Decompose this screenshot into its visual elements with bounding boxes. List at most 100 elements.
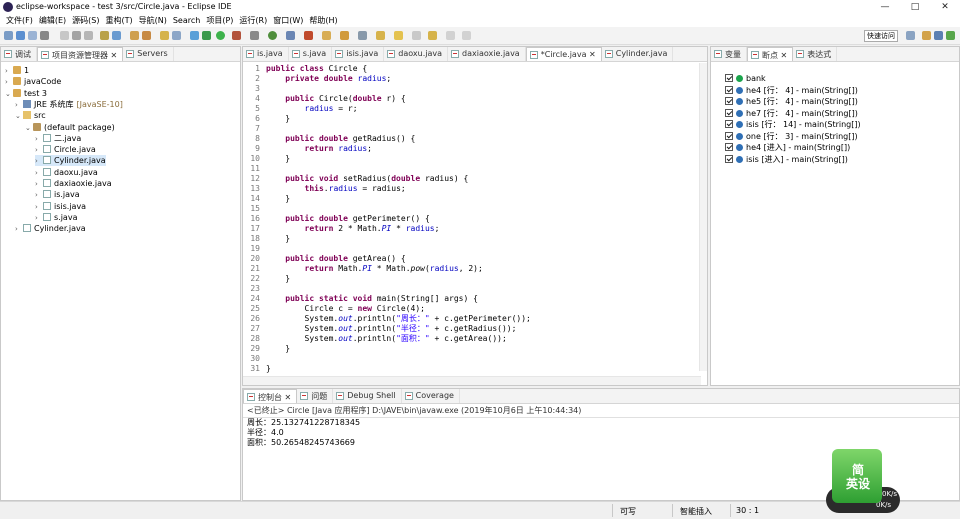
breakpoint-checkbox[interactable] — [725, 85, 733, 94]
menu-source[interactable]: 源码(S) — [69, 15, 102, 26]
tree-item[interactable]: ⌄ test 3 — [5, 88, 47, 99]
tree-item[interactable]: › is.java — [35, 189, 80, 200]
annotation-icon[interactable] — [340, 31, 349, 40]
menu-file[interactable]: 文件(F) — [3, 15, 36, 26]
java-perspective-icon[interactable] — [934, 31, 943, 40]
code-line[interactable]: this.radius = radius; — [266, 184, 406, 194]
last-edit-icon[interactable] — [446, 31, 455, 40]
breakpoint-checkbox[interactable] — [725, 120, 733, 128]
debug-perspective-icon[interactable] — [946, 31, 955, 40]
tab-expressions[interactable]: 表达式 — [793, 47, 838, 61]
tab-coverage[interactable]: Coverage — [402, 389, 460, 403]
new-package-icon[interactable] — [142, 31, 151, 40]
menu-help[interactable]: 帮助(H) — [306, 15, 340, 26]
tree-item[interactable]: › 二.java — [35, 133, 81, 144]
maximize-button[interactable]: □ — [900, 0, 930, 14]
chevron-right-icon[interactable]: › — [15, 224, 23, 235]
code-line[interactable]: } — [266, 154, 290, 164]
editor-tab[interactable]: daxiaoxie.java — [448, 47, 526, 61]
tree-item[interactable]: › s.java — [35, 212, 77, 223]
code-line[interactable]: Circle c = new Circle(4); — [266, 304, 425, 314]
debug-icon[interactable] — [202, 31, 211, 40]
tab-project-explorer[interactable]: 项目资源管理器 ✕ — [37, 47, 124, 61]
skip-breakpoints-icon[interactable] — [60, 31, 69, 40]
pin-icon[interactable] — [358, 31, 367, 40]
code-line[interactable]: System.out.println("半径：" + c.getRadius()… — [266, 324, 517, 334]
breakpoint-item[interactable]: he5 [行： 4] - main(String[]) — [725, 96, 858, 107]
breakpoint-item[interactable]: he4 [进入] - main(String[]) — [725, 142, 850, 153]
tree-item[interactable]: › 1 — [5, 65, 29, 76]
minimize-button[interactable]: — — [870, 0, 900, 14]
code-line[interactable]: public class Circle { — [266, 64, 367, 74]
next-annotation-icon[interactable] — [376, 31, 385, 40]
menu-navigate[interactable]: 导航(N) — [136, 15, 170, 26]
code-line[interactable]: radius = r; — [266, 104, 358, 114]
close-icon[interactable]: ✕ — [781, 51, 788, 60]
new-server-icon[interactable] — [304, 31, 313, 40]
code-line[interactable]: } — [266, 344, 290, 354]
save-icon[interactable] — [16, 31, 25, 40]
code-line[interactable]: } — [266, 114, 290, 124]
tree-item[interactable]: › Cylinder.java — [15, 223, 86, 234]
code-line[interactable]: public Circle(double r) { — [266, 94, 405, 104]
ime-floating-widget[interactable]: 简 英设 — [832, 449, 882, 503]
tree-item[interactable]: › javaCode — [5, 76, 61, 87]
code-line[interactable]: } — [266, 364, 271, 374]
tab-servers[interactable]: Servers — [123, 47, 174, 61]
terminate-icon[interactable] — [72, 31, 81, 40]
back-icon[interactable] — [412, 31, 421, 40]
run-icon[interactable] — [216, 31, 225, 40]
vertical-scrollbar[interactable] — [699, 63, 707, 371]
tab-console[interactable]: 控制台 ✕ — [243, 389, 298, 403]
editor-tab[interactable]: Cylinder.java — [602, 47, 674, 61]
step-icon[interactable] — [84, 31, 93, 40]
chevron-down-icon[interactable]: ⌄ — [5, 89, 13, 100]
horizontal-scrollbar[interactable] — [243, 376, 701, 385]
close-button[interactable]: ✕ — [930, 0, 960, 14]
forward-icon[interactable] — [428, 31, 437, 40]
coverage-icon[interactable] — [286, 31, 295, 40]
breakpoint-checkbox[interactable] — [725, 143, 733, 151]
menu-search[interactable]: Search — [170, 16, 203, 25]
menu-project[interactable]: 项目(P) — [203, 15, 236, 26]
new-java-project-icon[interactable] — [130, 31, 139, 40]
tab-debug-shell[interactable]: Debug Shell — [333, 389, 402, 403]
tree-item[interactable]: ⌄ src — [15, 110, 46, 121]
search-icon[interactable] — [172, 31, 181, 40]
tab-problems[interactable]: 问题 — [297, 389, 334, 403]
chevron-down-icon[interactable]: ⌄ — [25, 123, 33, 134]
code-line[interactable]: System.out.println("周长：" + c.getPerimete… — [266, 314, 531, 324]
tree-item[interactable]: › isis.java — [35, 201, 86, 212]
code-line[interactable]: return Math.PI * Math.pow(radius, 2); — [266, 264, 483, 274]
save-all-icon[interactable] — [28, 31, 37, 40]
chevron-down-icon[interactable]: ⌄ — [15, 111, 23, 122]
breakpoint-item[interactable]: bank — [725, 73, 766, 84]
toggle-mark-icon[interactable] — [190, 31, 199, 40]
editor-tab[interactable]: daoxu.java — [384, 47, 449, 61]
breakpoint-checkbox[interactable] — [725, 97, 733, 105]
code-line[interactable]: public double getArea() { — [266, 254, 405, 264]
code-line[interactable]: return radius; — [266, 144, 372, 154]
tree-item[interactable]: › daxiaoxie.java — [35, 178, 112, 189]
print-icon[interactable] — [40, 31, 49, 40]
open-folder-icon[interactable] — [322, 31, 331, 40]
prev-annotation-icon[interactable] — [394, 31, 403, 40]
close-icon[interactable]: ✕ — [586, 50, 596, 59]
breakpoint-checkbox[interactable] — [725, 74, 733, 82]
tab-debug[interactable]: 调试 — [1, 47, 37, 61]
new-class-icon[interactable] — [160, 31, 169, 40]
editor-tab[interactable]: is.java — [243, 47, 289, 61]
breakpoint-checkbox[interactable] — [725, 154, 733, 163]
perspective-open-icon[interactable] — [906, 31, 915, 40]
menu-run[interactable]: 运行(R) — [236, 15, 270, 26]
tree-item[interactable]: › Circle.java — [35, 144, 96, 155]
open-type-icon[interactable] — [100, 31, 109, 40]
breakpoint-checkbox[interactable] — [725, 108, 733, 117]
code-line[interactable]: } — [266, 274, 290, 284]
close-icon[interactable]: ✕ — [111, 51, 118, 60]
code-line[interactable]: public static void main(String[] args) { — [266, 294, 478, 304]
new-icon[interactable] — [4, 31, 13, 40]
gear-icon[interactable] — [250, 31, 259, 40]
breakpoint-item[interactable]: he4 [行： 4] - main(String[]) — [725, 85, 858, 96]
code-line[interactable]: private double radius; — [266, 74, 391, 84]
